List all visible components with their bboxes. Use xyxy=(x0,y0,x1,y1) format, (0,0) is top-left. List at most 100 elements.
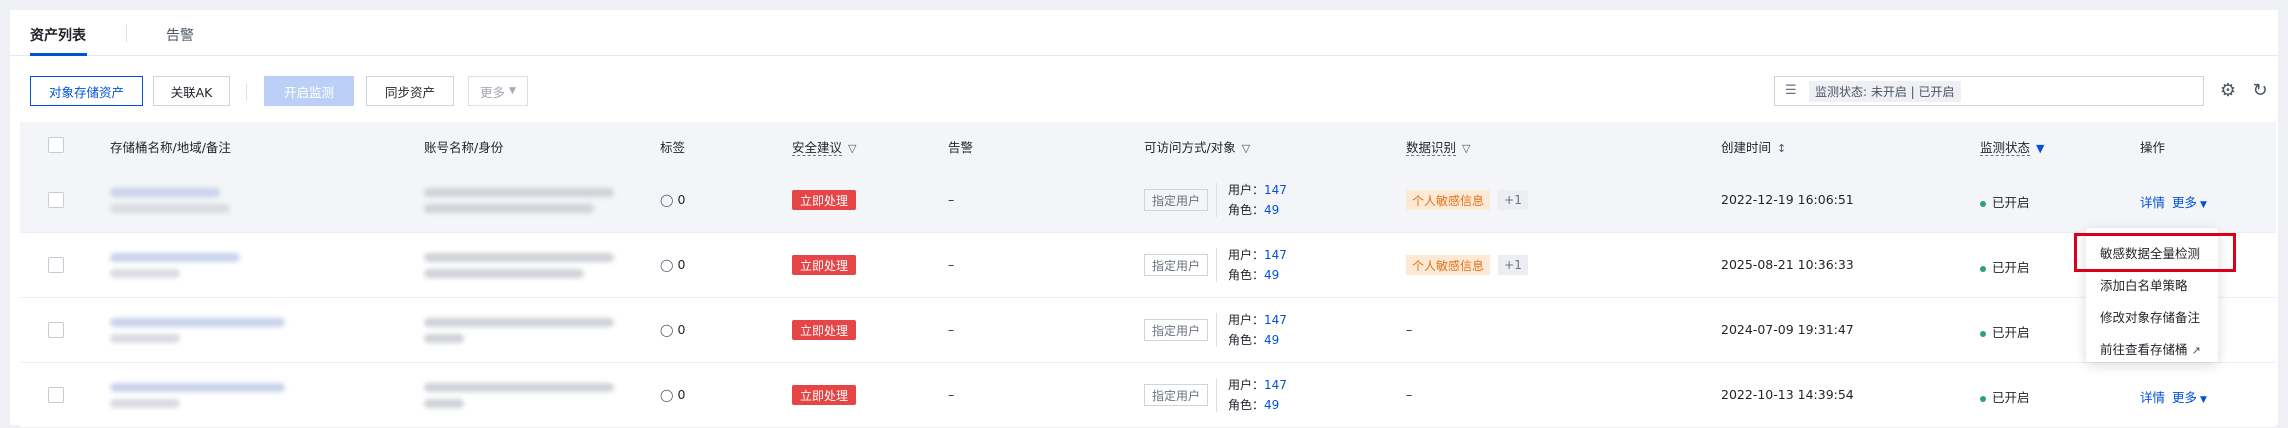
account-name-redacted xyxy=(424,253,614,262)
tag-icon: ◯ xyxy=(660,388,674,402)
roles-link[interactable]: 49 xyxy=(1264,333,1279,347)
more-button[interactable]: 更多 ▼ xyxy=(468,76,528,106)
users-label: 用户： xyxy=(1228,313,1265,327)
table-row[interactable]: ◯ 0 立即处理 – 指定用户 用户：147 角色：49 – 2022-10-13… xyxy=(20,363,2276,428)
detail-link[interactable]: 详情 xyxy=(2140,192,2165,211)
col-alerts: 告警 xyxy=(948,140,974,155)
row-checkbox[interactable] xyxy=(48,387,64,403)
roles-count: 角色：49 xyxy=(1228,201,1279,218)
tag-count-value: 0 xyxy=(677,192,686,207)
more-actions-link[interactable]: 更多 ▼ xyxy=(2172,387,2207,406)
access-type-tag: 指定用户 xyxy=(1144,384,1208,406)
col-created[interactable]: 创建时间 ↕ xyxy=(1721,137,1786,156)
more-button-label: 更多 xyxy=(480,84,506,100)
tag-icon: ◯ xyxy=(660,323,674,337)
menu-item-add-whitelist[interactable]: 添加白名单策略 xyxy=(2100,275,2188,294)
data-identification-empty: – xyxy=(1406,387,1413,402)
roles-count: 角色：49 xyxy=(1228,266,1279,283)
menu-item-view-bucket[interactable]: 前往查看存储桶 ↗ xyxy=(2100,339,2201,358)
table-row[interactable]: ◯ 0 立即处理 – 指定用户 用户：147 角色：49 个人敏感信息 +1 20… xyxy=(20,233,2276,298)
users-count: 用户：147 xyxy=(1228,181,1287,198)
bucket-name-redacted xyxy=(110,318,285,327)
users-label: 用户： xyxy=(1228,248,1265,262)
filter-search-input[interactable]: ☰ 监测状态: 未开启 | 已开启 xyxy=(1774,76,2204,106)
tag-count[interactable]: ◯ 0 xyxy=(660,322,685,337)
chevron-down-icon: ▼ xyxy=(509,86,516,96)
bucket-region-redacted xyxy=(110,399,180,408)
tag-icon: ◯ xyxy=(660,258,674,272)
col-access[interactable]: 可访问方式/对象 ▽ xyxy=(1144,137,1250,156)
col-access-label: 可访问方式/对象 xyxy=(1144,140,1236,155)
status-dot xyxy=(1980,395,1986,402)
select-all-checkbox[interactable] xyxy=(48,137,64,153)
table-row[interactable]: ◯ 0 立即处理 – 指定用户 用户：147 角色：49 个人敏感信息 +1 20… xyxy=(20,168,2276,233)
users-link[interactable]: 147 xyxy=(1264,248,1287,262)
more-actions-label: 更多 xyxy=(2172,195,2198,210)
row-checkbox[interactable] xyxy=(48,322,64,338)
roles-link[interactable]: 49 xyxy=(1264,398,1279,412)
more-data-tags[interactable]: +1 xyxy=(1498,190,1528,210)
tag-count[interactable]: ◯ 0 xyxy=(660,387,685,402)
menu-item-view-bucket-label: 前往查看存储桶 xyxy=(2100,342,2188,357)
roles-label: 角色： xyxy=(1228,398,1265,412)
tag-icon: ◯ xyxy=(660,193,674,207)
more-actions-link[interactable]: 更多 ▼ xyxy=(2172,192,2207,211)
menu-item-edit-remark[interactable]: 修改对象存储备注 xyxy=(2100,307,2200,326)
monitor-status-filter-tag[interactable]: 监测状态: 未开启 | 已开启 xyxy=(1809,80,1961,102)
refresh-icon[interactable]: ↻ xyxy=(2248,79,2272,103)
roles-label: 角色： xyxy=(1228,333,1265,347)
users-count: 用户：147 xyxy=(1228,376,1287,393)
detail-link[interactable]: 详情 xyxy=(2140,387,2165,406)
col-security[interactable]: 安全建议 ▽ xyxy=(792,137,856,156)
col-data-identification-label: 数据识别 xyxy=(1406,140,1457,156)
sort-icon[interactable]: ↕ xyxy=(1777,142,1786,155)
bucket-region-redacted xyxy=(110,334,180,343)
row-checkbox[interactable] xyxy=(48,257,64,273)
tab-asset-list[interactable]: 资产列表 xyxy=(30,25,86,45)
filter-icon[interactable]: ▽ xyxy=(848,142,856,155)
monitor-status: 已开启 xyxy=(1980,387,2030,406)
asset-panel: 资产列表 告警 对象存储资产 关联AK 开启监测 同步资产 更多 ▼ ☰ 监测状… xyxy=(10,10,2278,428)
col-tags: 标签 xyxy=(660,140,686,155)
filter-icon[interactable]: ▼ xyxy=(2036,142,2044,155)
table-row[interactable]: ◯ 0 立即处理 – 指定用户 用户：147 角色：49 – 2024-07-09… xyxy=(20,298,2276,363)
col-actions: 操作 xyxy=(2140,140,2166,155)
security-badge[interactable]: 立即处理 xyxy=(792,320,856,340)
object-storage-assets-button[interactable]: 对象存储资产 xyxy=(30,76,143,106)
gear-icon[interactable]: ⚙ xyxy=(2216,79,2240,103)
tab-bar: 资产列表 告警 xyxy=(10,10,2278,56)
account-identity-redacted xyxy=(424,399,464,408)
users-label: 用户： xyxy=(1228,183,1265,197)
roles-link[interactable]: 49 xyxy=(1264,268,1279,282)
roles-link[interactable]: 49 xyxy=(1264,203,1279,217)
tag-count[interactable]: ◯ 0 xyxy=(660,192,685,207)
tag-count[interactable]: ◯ 0 xyxy=(660,257,685,272)
monitor-status-text: 已开启 xyxy=(1992,390,2030,405)
chevron-down-icon: ▼ xyxy=(2200,200,2207,210)
users-link[interactable]: 147 xyxy=(1264,313,1287,327)
active-tab-indicator xyxy=(30,53,87,56)
filter-icon[interactable]: ▽ xyxy=(1242,142,1250,155)
users-count: 用户：147 xyxy=(1228,311,1287,328)
enable-monitoring-button[interactable]: 开启监测 xyxy=(264,76,354,106)
alert-value: – xyxy=(948,387,955,402)
more-data-tags[interactable]: +1 xyxy=(1498,255,1528,275)
col-monitor-status[interactable]: 监测状态 ▼ xyxy=(1980,137,2044,156)
users-link[interactable]: 147 xyxy=(1264,183,1287,197)
col-created-label: 创建时间 xyxy=(1721,140,1772,155)
row-checkbox[interactable] xyxy=(48,192,64,208)
col-data-identification[interactable]: 数据识别 ▽ xyxy=(1406,137,1470,156)
monitor-status-text: 已开启 xyxy=(1992,195,2030,210)
col-monitor-status-label: 监测状态 xyxy=(1980,140,2031,156)
security-badge[interactable]: 立即处理 xyxy=(792,385,856,405)
tab-alerts[interactable]: 告警 xyxy=(166,25,194,45)
security-badge[interactable]: 立即处理 xyxy=(792,255,856,275)
link-ak-button[interactable]: 关联AK xyxy=(153,76,230,106)
sync-assets-button[interactable]: 同步资产 xyxy=(366,76,454,106)
users-link[interactable]: 147 xyxy=(1264,378,1287,392)
bucket-name-redacted xyxy=(110,188,220,197)
account-name-redacted xyxy=(424,318,614,327)
access-divider xyxy=(1216,183,1217,217)
filter-icon[interactable]: ▽ xyxy=(1462,142,1470,155)
security-badge[interactable]: 立即处理 xyxy=(792,190,856,210)
